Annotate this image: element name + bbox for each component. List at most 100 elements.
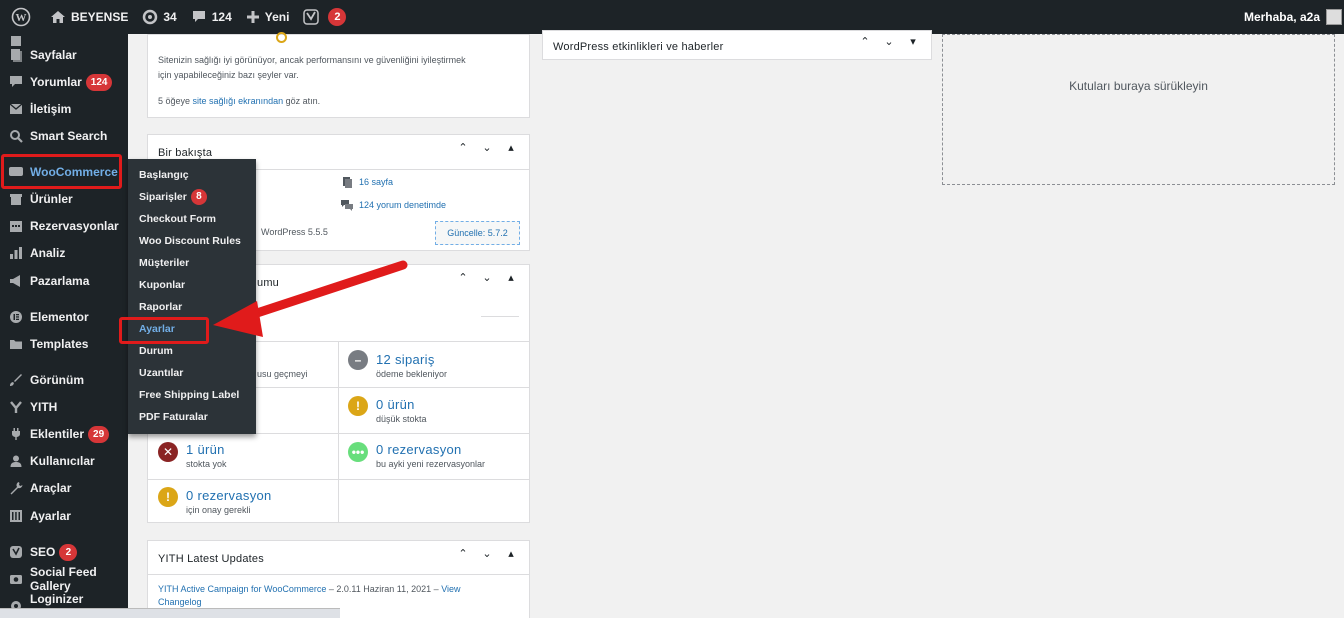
yith-updates-panel: YITH Latest Updates ⌃ ⌄ ▴ YITH Active Ca… bbox=[147, 540, 530, 618]
move-up-button[interactable]: ⌃ bbox=[455, 271, 471, 284]
submenu-item-extensions[interactable]: Uzantılar bbox=[139, 363, 183, 383]
sidebar-item-plugins[interactable]: Eklentiler 29 bbox=[0, 421, 128, 447]
wp-version-text: WordPress 5.5.5 bbox=[261, 227, 328, 237]
submenu-item-status[interactable]: Durum bbox=[139, 341, 173, 361]
annotation-arrow bbox=[213, 260, 408, 337]
sidebar-item-appearance[interactable]: Görünüm bbox=[0, 367, 128, 393]
pages-count-link[interactable]: 16 sayfa bbox=[359, 177, 393, 187]
sidebar-item-label: Rezervasyonlar bbox=[30, 219, 119, 233]
pages-icon bbox=[8, 47, 24, 63]
wrench-icon bbox=[8, 480, 24, 496]
sidebar-item-social-feed-gallery[interactable]: Social Feed Gallery bbox=[0, 565, 128, 593]
yith-icon bbox=[8, 399, 24, 415]
empty-dropzone[interactable]: Kutuları buraya sürükleyin bbox=[942, 34, 1335, 185]
sidebar-item-reservations[interactable]: Rezervasyonlar bbox=[0, 213, 128, 239]
submenu-item-pdf-invoices[interactable]: PDF Faturalar bbox=[139, 407, 208, 427]
sidebar-item-comments[interactable]: Yorumlar 124 bbox=[0, 69, 128, 95]
sidebar-item-users[interactable]: Kullanıcılar bbox=[0, 448, 128, 474]
out-of-stock-icon: ✕ bbox=[158, 442, 178, 462]
sidebar-item-products[interactable]: Ürünler bbox=[0, 186, 128, 212]
low-stock-link[interactable]: 0 ürün bbox=[376, 397, 415, 412]
health-status-icon bbox=[276, 32, 287, 43]
yith-update-entry: YITH Active Campaign for WooCommerce – 2… bbox=[158, 584, 461, 607]
comments-badge: 124 bbox=[85, 73, 113, 91]
sidebar-item-analytics[interactable]: Analiz bbox=[0, 240, 128, 266]
calendar-icon bbox=[8, 218, 24, 234]
health-screen-link[interactable]: site sağlığı ekranından bbox=[193, 96, 284, 106]
sidebar-item-label: Elementor bbox=[30, 310, 89, 324]
sidebar-item-tools[interactable]: Araçlar bbox=[0, 475, 128, 501]
woocommerce-highlight-box bbox=[1, 154, 122, 189]
plugins-badge: 29 bbox=[88, 425, 110, 443]
sidebar-item-templates[interactable]: Templates bbox=[0, 331, 128, 357]
avatar[interactable] bbox=[1326, 9, 1342, 25]
sidebar-item-smart-search[interactable]: Smart Search bbox=[0, 123, 128, 149]
updates-menu[interactable]: 34 bbox=[135, 0, 183, 34]
sidebar-item-label: Yorumlar bbox=[30, 75, 82, 89]
archive-icon bbox=[8, 191, 24, 207]
confirm-reservations-icon: ! bbox=[158, 487, 178, 507]
low-stock-icon: ! bbox=[348, 396, 368, 416]
submenu-item-reports[interactable]: Raporlar bbox=[139, 297, 182, 317]
yith-view-link[interactable]: View bbox=[441, 584, 460, 594]
submenu-item-customers[interactable]: Müşteriler bbox=[139, 253, 189, 273]
submenu-item-discount-rules[interactable]: Woo Discount Rules bbox=[139, 231, 241, 251]
submenu-item-checkout-form[interactable]: Checkout Form bbox=[139, 209, 216, 229]
seo-menu[interactable]: 2 bbox=[296, 0, 353, 34]
yoast-icon bbox=[303, 9, 320, 25]
submenu-item-orders[interactable]: Siparişler 8 bbox=[139, 187, 207, 207]
comment-icon bbox=[192, 11, 205, 22]
confirm-reservations-label: için onay gerekli bbox=[186, 505, 251, 515]
move-down-button[interactable]: ⌄ bbox=[479, 547, 495, 560]
dropzone-text: Kutuları buraya sürükleyin bbox=[1069, 79, 1208, 93]
move-down-button[interactable]: ⌄ bbox=[881, 35, 897, 48]
sidebar-item-label: Templates bbox=[30, 337, 89, 351]
toggle-panel-button[interactable]: ▴ bbox=[503, 271, 519, 284]
health-items-suffix: göz atın. bbox=[285, 96, 321, 106]
confirm-reservations-link[interactable]: 0 rezervasyon bbox=[186, 488, 272, 503]
move-up-button[interactable]: ⌃ bbox=[455, 547, 471, 560]
yith-update-link[interactable]: YITH Active Campaign for WooCommerce bbox=[158, 584, 326, 594]
out-of-stock-link[interactable]: 1 ürün bbox=[186, 442, 225, 457]
site-health-panel: Sitenizin sağlığı iyi görünüyor, ancak p… bbox=[147, 32, 530, 118]
sidebar-item-label: Görünüm bbox=[30, 373, 84, 387]
pages-count-row[interactable]: 16 sayfa bbox=[342, 176, 393, 188]
comments-count-row[interactable]: 124 yorum denetimde bbox=[340, 199, 446, 211]
comments-menu[interactable]: 124 bbox=[184, 0, 239, 34]
account-greeting[interactable]: Merhaba, a2a bbox=[1244, 10, 1320, 24]
sidebar-item-elementor[interactable]: Elementor bbox=[0, 304, 128, 330]
move-down-button[interactable]: ⌄ bbox=[479, 141, 495, 154]
pages-icon bbox=[343, 177, 352, 188]
sidebar-item-label: YITH bbox=[30, 400, 58, 414]
toggle-panel-button[interactable]: ▴ bbox=[503, 141, 519, 154]
yith-changelog-link[interactable]: Changelog bbox=[158, 597, 202, 607]
update-wordpress-button[interactable]: Güncelle: 5.7.2 bbox=[435, 221, 520, 245]
new-reservations-link[interactable]: 0 rezervasyon bbox=[376, 442, 462, 457]
toggle-panel-button[interactable]: ▾ bbox=[905, 35, 921, 48]
sidebar-item-contact[interactable]: İletişim bbox=[0, 96, 128, 122]
updates-icon bbox=[143, 9, 158, 25]
toggle-panel-button[interactable]: ▴ bbox=[503, 547, 519, 560]
orders-awaiting-link[interactable]: 12 sipariş bbox=[376, 352, 435, 367]
user-icon bbox=[8, 453, 24, 469]
comments-count-link[interactable]: 124 yorum denetimde bbox=[359, 200, 446, 210]
submenu-item-coupons[interactable]: Kuponlar bbox=[139, 275, 185, 295]
folder-icon bbox=[8, 336, 24, 352]
wp-logo-menu[interactable]: W bbox=[4, 0, 43, 34]
sidebar-item-settings[interactable]: Ayarlar bbox=[0, 503, 128, 529]
move-down-button[interactable]: ⌄ bbox=[479, 271, 495, 284]
brush-icon bbox=[8, 372, 24, 388]
sidebar-item-yith[interactable]: YITH bbox=[0, 394, 128, 420]
svg-text:W: W bbox=[16, 12, 27, 24]
submenu-item-free-shipping-label[interactable]: Free Shipping Label bbox=[139, 385, 239, 405]
sidebar-item-pages[interactable]: Sayfalar bbox=[0, 42, 128, 68]
sidebar-item-marketing[interactable]: Pazarlama bbox=[0, 268, 128, 294]
plus-icon bbox=[246, 11, 259, 23]
move-up-button[interactable]: ⌃ bbox=[455, 141, 471, 154]
sidebar-item-seo[interactable]: SEO 2 bbox=[0, 539, 128, 565]
search-icon bbox=[8, 128, 24, 144]
submenu-item-home[interactable]: Başlangıç bbox=[139, 165, 189, 185]
site-name-menu[interactable]: BEYENSE bbox=[43, 0, 135, 34]
new-content-menu[interactable]: Yeni bbox=[239, 0, 297, 34]
move-up-button[interactable]: ⌃ bbox=[857, 35, 873, 48]
